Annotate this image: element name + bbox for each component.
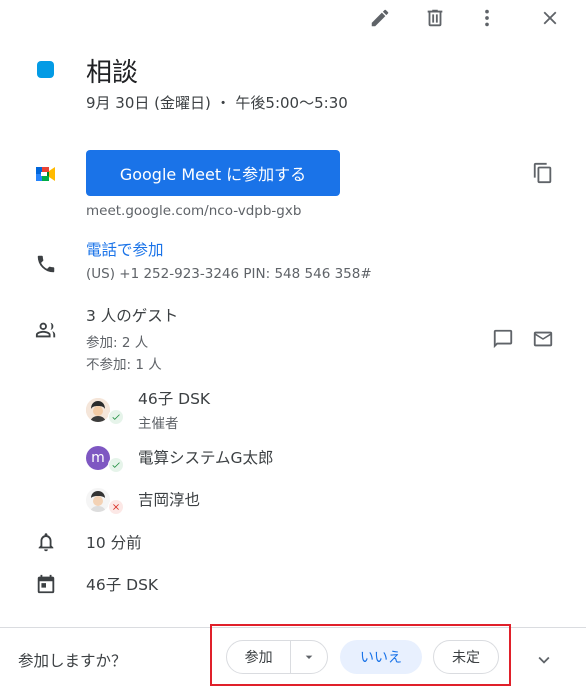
edit-icon — [371, 9, 389, 27]
message-guests-button[interactable] — [490, 326, 516, 352]
event-color-swatch — [37, 61, 54, 78]
guest-name: 電算システムG太郎 — [138, 449, 274, 467]
copy-icon — [533, 162, 552, 184]
declined-badge — [108, 499, 124, 515]
google-meet-icon — [34, 162, 58, 186]
delete-icon — [427, 9, 443, 27]
phone-icon — [34, 252, 58, 276]
close-icon — [113, 504, 119, 510]
calendar-owner: 46子 DSK — [86, 576, 159, 594]
check-icon — [112, 414, 120, 420]
guests-icon — [34, 318, 58, 342]
close-icon — [543, 11, 557, 25]
close-button[interactable] — [538, 6, 562, 30]
person-avatar-icon — [86, 488, 110, 512]
event-datetime: 9月 30日 (金曜日) ・ 午後5:00～5:30 — [86, 94, 348, 112]
chevron-down-icon — [538, 656, 550, 664]
accepted-badge — [108, 409, 124, 425]
more-vert-icon — [485, 9, 489, 27]
guest-name: 吉岡淳也 — [138, 491, 201, 509]
guest-name: 46子 DSK — [138, 390, 211, 408]
person-avatar-icon — [86, 398, 110, 422]
event-title: 相談 — [86, 58, 139, 88]
meet-url: meet.google.com/nco-vdpb-gxb — [86, 203, 302, 219]
calendar-icon — [34, 572, 58, 596]
guest-role: 主催者 — [138, 416, 179, 432]
email-guests-button[interactable] — [530, 326, 556, 352]
mail-icon — [533, 331, 553, 347]
highlight-box — [210, 624, 511, 686]
edit-button[interactable] — [368, 6, 392, 30]
more-options-button[interactable] — [475, 6, 499, 30]
expand-button[interactable] — [532, 648, 556, 672]
copy-button[interactable] — [530, 160, 556, 186]
reminder-text: 10 分前 — [86, 534, 142, 552]
accepted-badge — [108, 457, 124, 473]
avatar[interactable] — [86, 398, 110, 422]
delete-button[interactable] — [423, 6, 447, 30]
guest-no-count: 不参加: 1 人 — [86, 357, 162, 373]
guest-yes-count: 参加: 2 人 — [86, 335, 149, 351]
phone-details: (US) +1 252-923-3246 PIN: 548 546 358# — [86, 266, 372, 282]
avatar[interactable] — [86, 488, 110, 512]
bell-icon — [34, 530, 58, 554]
avatar[interactable]: m — [86, 446, 110, 470]
join-by-phone-link[interactable]: 電話で参加 — [86, 238, 164, 260]
guest-summary: 3 人のゲスト — [86, 307, 179, 325]
check-icon — [112, 462, 120, 468]
rsvp-question: 参加しますか？ — [18, 652, 127, 670]
join-meet-button[interactable]: Google Meet に参加する — [86, 150, 340, 196]
chat-icon — [493, 329, 513, 349]
